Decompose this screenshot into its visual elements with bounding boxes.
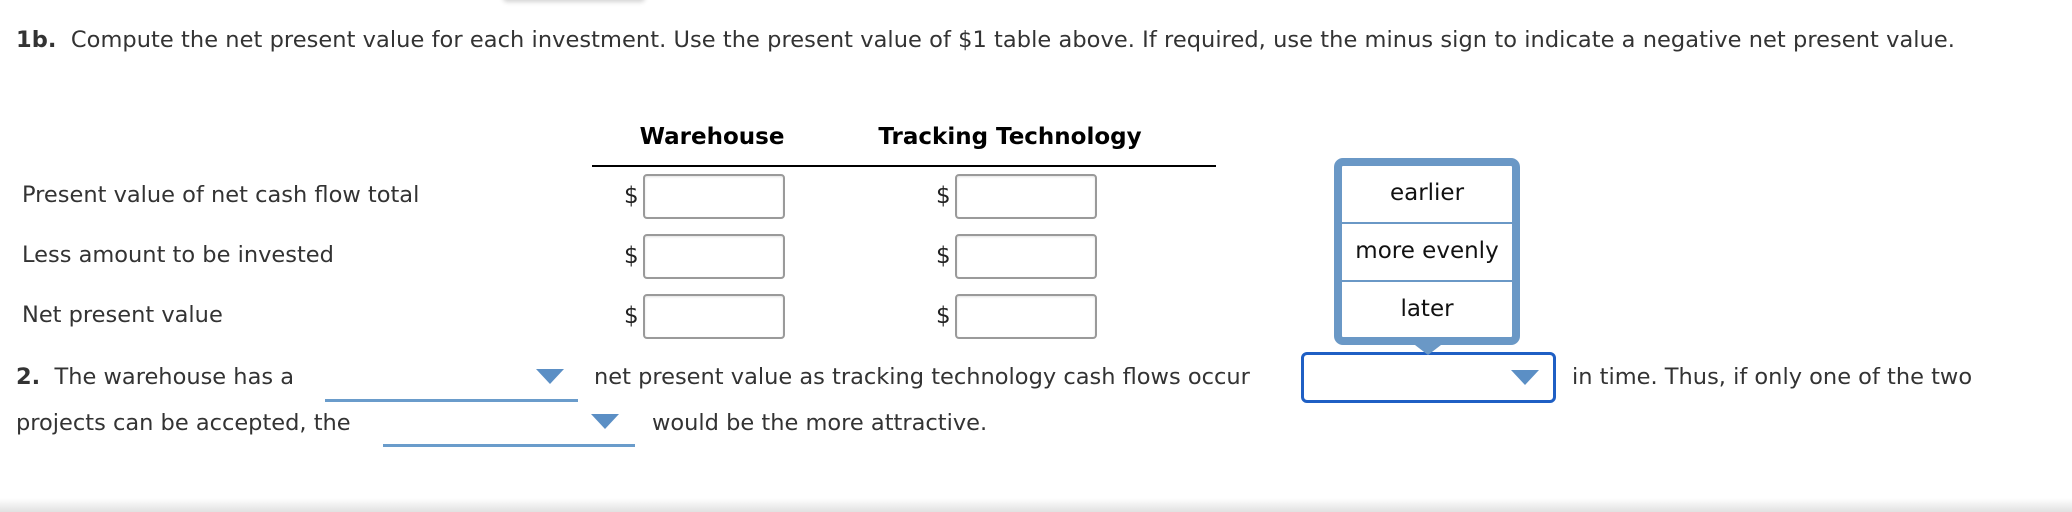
- column-header-tracking-technology: Tracking Technology: [878, 124, 1142, 150]
- option-earlier[interactable]: earlier: [1342, 166, 1512, 224]
- npv-comparison-dropdown[interactable]: [325, 358, 578, 402]
- dollar-sign: $: [936, 303, 951, 329]
- question-2-line-1: 2. The warehouse has a: [16, 364, 294, 390]
- q2-text-3: in time. Thus, if only one of the two: [1572, 364, 1973, 390]
- row-label-pv-net-cash-flow: Present value of net cash flow total: [22, 182, 420, 208]
- more-attractive-project-dropdown[interactable]: [383, 403, 635, 447]
- dollar-sign: $: [624, 303, 639, 329]
- row-label-net-present-value: Net present value: [22, 302, 223, 328]
- popup-pointer: [1415, 345, 1441, 355]
- chevron-down-icon: [591, 414, 619, 429]
- dollar-sign: $: [936, 183, 951, 209]
- part-label-2: 2.: [16, 364, 41, 390]
- dollar-sign: $: [624, 243, 639, 269]
- q2-text-5: would be the more attractive.: [652, 410, 988, 436]
- instructions-text: Compute the net present value for each i…: [70, 27, 1955, 53]
- q2-text-4: projects can be accepted, the: [16, 410, 351, 436]
- tracking-pv-net-cash-flow-input[interactable]: [955, 174, 1097, 219]
- row-label-amount-invested: Less amount to be invested: [22, 242, 334, 268]
- option-later[interactable]: later: [1342, 282, 1512, 338]
- q2-text-2: net present value as tracking technology…: [594, 364, 1250, 390]
- dollar-sign: $: [936, 243, 951, 269]
- tracking-amount-invested-input[interactable]: [955, 234, 1097, 279]
- warehouse-amount-invested-input[interactable]: [643, 234, 785, 279]
- option-more-evenly[interactable]: more evenly: [1342, 224, 1512, 282]
- dropdown-underline: [383, 444, 635, 447]
- instructions: 1b. Compute the net present value for ea…: [16, 20, 2056, 61]
- warehouse-pv-net-cash-flow-input[interactable]: [643, 174, 785, 219]
- dropdown-underline: [325, 399, 578, 402]
- part-label-1b: 1b.: [16, 27, 57, 53]
- dollar-sign: $: [624, 183, 639, 209]
- cash-flow-timing-dropdown[interactable]: [1301, 352, 1556, 403]
- chevron-down-icon: [536, 369, 564, 384]
- column-header-warehouse: Warehouse: [639, 124, 785, 150]
- bottom-edge: [0, 498, 2072, 512]
- dropdown-options-popup: earlier more evenly later: [1334, 158, 1520, 345]
- warehouse-npv-input[interactable]: [643, 294, 785, 339]
- q2-text-1: The warehouse has a: [54, 364, 295, 390]
- header-rule: [592, 165, 1216, 167]
- chevron-down-icon: [1511, 370, 1539, 385]
- tracking-npv-input[interactable]: [955, 294, 1097, 339]
